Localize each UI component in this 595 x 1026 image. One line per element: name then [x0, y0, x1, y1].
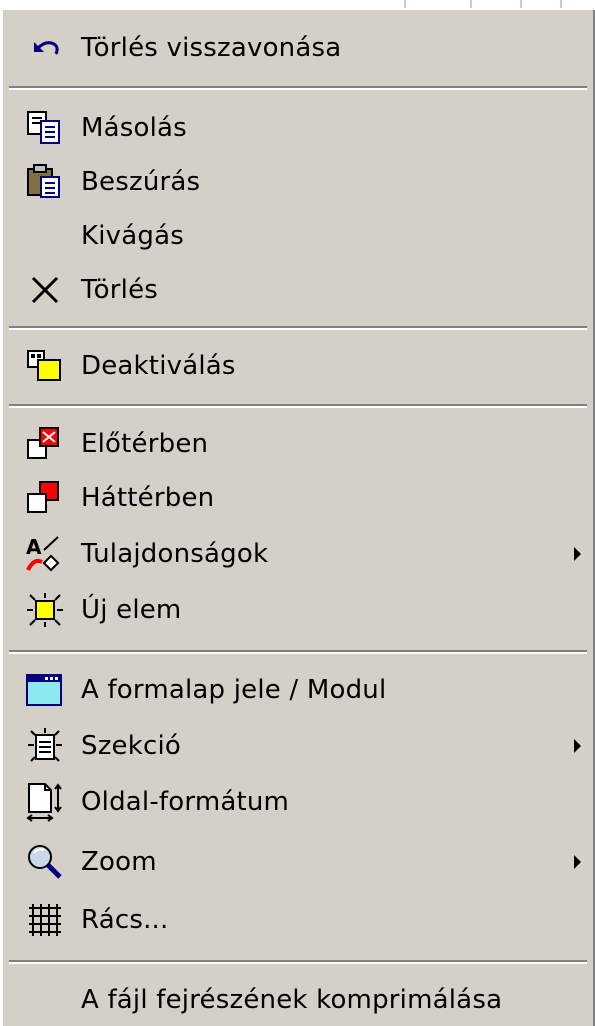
paste-clipboard-icon: [23, 162, 67, 202]
menu-item-new-element[interactable]: Új elem: [3, 586, 595, 634]
menu-item-label: Oldal-formátum: [81, 787, 290, 817]
menu-item-grid[interactable]: Rács...: [3, 896, 595, 944]
menu-item-label: A formalap jele / Modul: [81, 675, 387, 705]
menu-item-delete[interactable]: Törlés: [3, 266, 595, 314]
menu-item-copy[interactable]: Másolás: [3, 104, 595, 152]
form-window-icon: [23, 670, 67, 710]
menu-item-form-symbol[interactable]: A formalap jele / Modul: [3, 666, 595, 714]
menu-item-label: Kivágás: [81, 221, 184, 251]
delete-x-icon: [23, 270, 67, 310]
menu-item-zoom[interactable]: Zoom: [3, 838, 595, 886]
deactivate-icon: [23, 346, 67, 386]
send-to-back-icon: [23, 478, 67, 518]
menu-item-label: Deaktiválás: [81, 351, 236, 381]
properties-icon: A: [23, 534, 67, 574]
page-format-icon: [23, 782, 67, 822]
menu-item-label: A fájl fejrészének komprimálása: [81, 985, 503, 1015]
menu-separator: [9, 86, 587, 90]
menu-separator: [9, 404, 587, 408]
menu-item-section[interactable]: Szekció: [3, 722, 595, 770]
menu-separator: [9, 326, 587, 330]
bring-to-front-icon: [23, 424, 67, 464]
menu-item-send-back[interactable]: Háttérben: [3, 474, 595, 522]
menu-item-label: Szekció: [81, 731, 182, 761]
menu-item-compress-header[interactable]: A fájl fejrészének komprimálása: [3, 976, 595, 1024]
menu-item-bring-front[interactable]: Előtérben: [3, 420, 595, 468]
section-icon: [23, 726, 67, 766]
menu-item-label: Új elem: [81, 595, 182, 625]
menu-separator: [9, 650, 587, 654]
submenu-arrow-icon: [574, 547, 581, 561]
menu-item-label: Tulajdonságok: [81, 539, 269, 569]
menu-item-cut[interactable]: Kivágás: [3, 212, 595, 260]
menu-item-deactivate[interactable]: Deaktiválás: [3, 342, 595, 390]
context-menu: Törlés visszavonása Másolás Beszúrás Kiv…: [0, 8, 595, 1026]
menu-item-label: Törlés visszavonása: [81, 33, 342, 63]
menu-item-undo[interactable]: Törlés visszavonása: [3, 24, 595, 72]
menu-item-label: Zoom: [81, 847, 157, 877]
menu-item-label: Rács...: [81, 905, 169, 935]
submenu-arrow-icon: [574, 855, 581, 869]
menu-item-label: Háttérben: [81, 483, 215, 513]
menu-item-label: Előtérben: [81, 429, 209, 459]
submenu-arrow-icon: [574, 739, 581, 753]
undo-arrow-icon: [23, 28, 67, 68]
menu-item-label: Beszúrás: [81, 167, 201, 197]
menu-item-label: Másolás: [81, 113, 187, 143]
svg-text:A: A: [26, 535, 42, 559]
menu-item-label: Törlés: [81, 275, 159, 305]
menu-item-properties[interactable]: A Tulajdonságok: [3, 530, 595, 578]
copy-icon: [23, 108, 67, 148]
grid-icon: [23, 900, 67, 940]
menu-item-page-format[interactable]: Oldal-formátum: [3, 778, 595, 826]
menu-separator: [9, 960, 587, 964]
menu-item-paste[interactable]: Beszúrás: [3, 158, 595, 206]
zoom-magnifier-icon: [23, 842, 67, 882]
new-element-icon: [23, 590, 67, 630]
